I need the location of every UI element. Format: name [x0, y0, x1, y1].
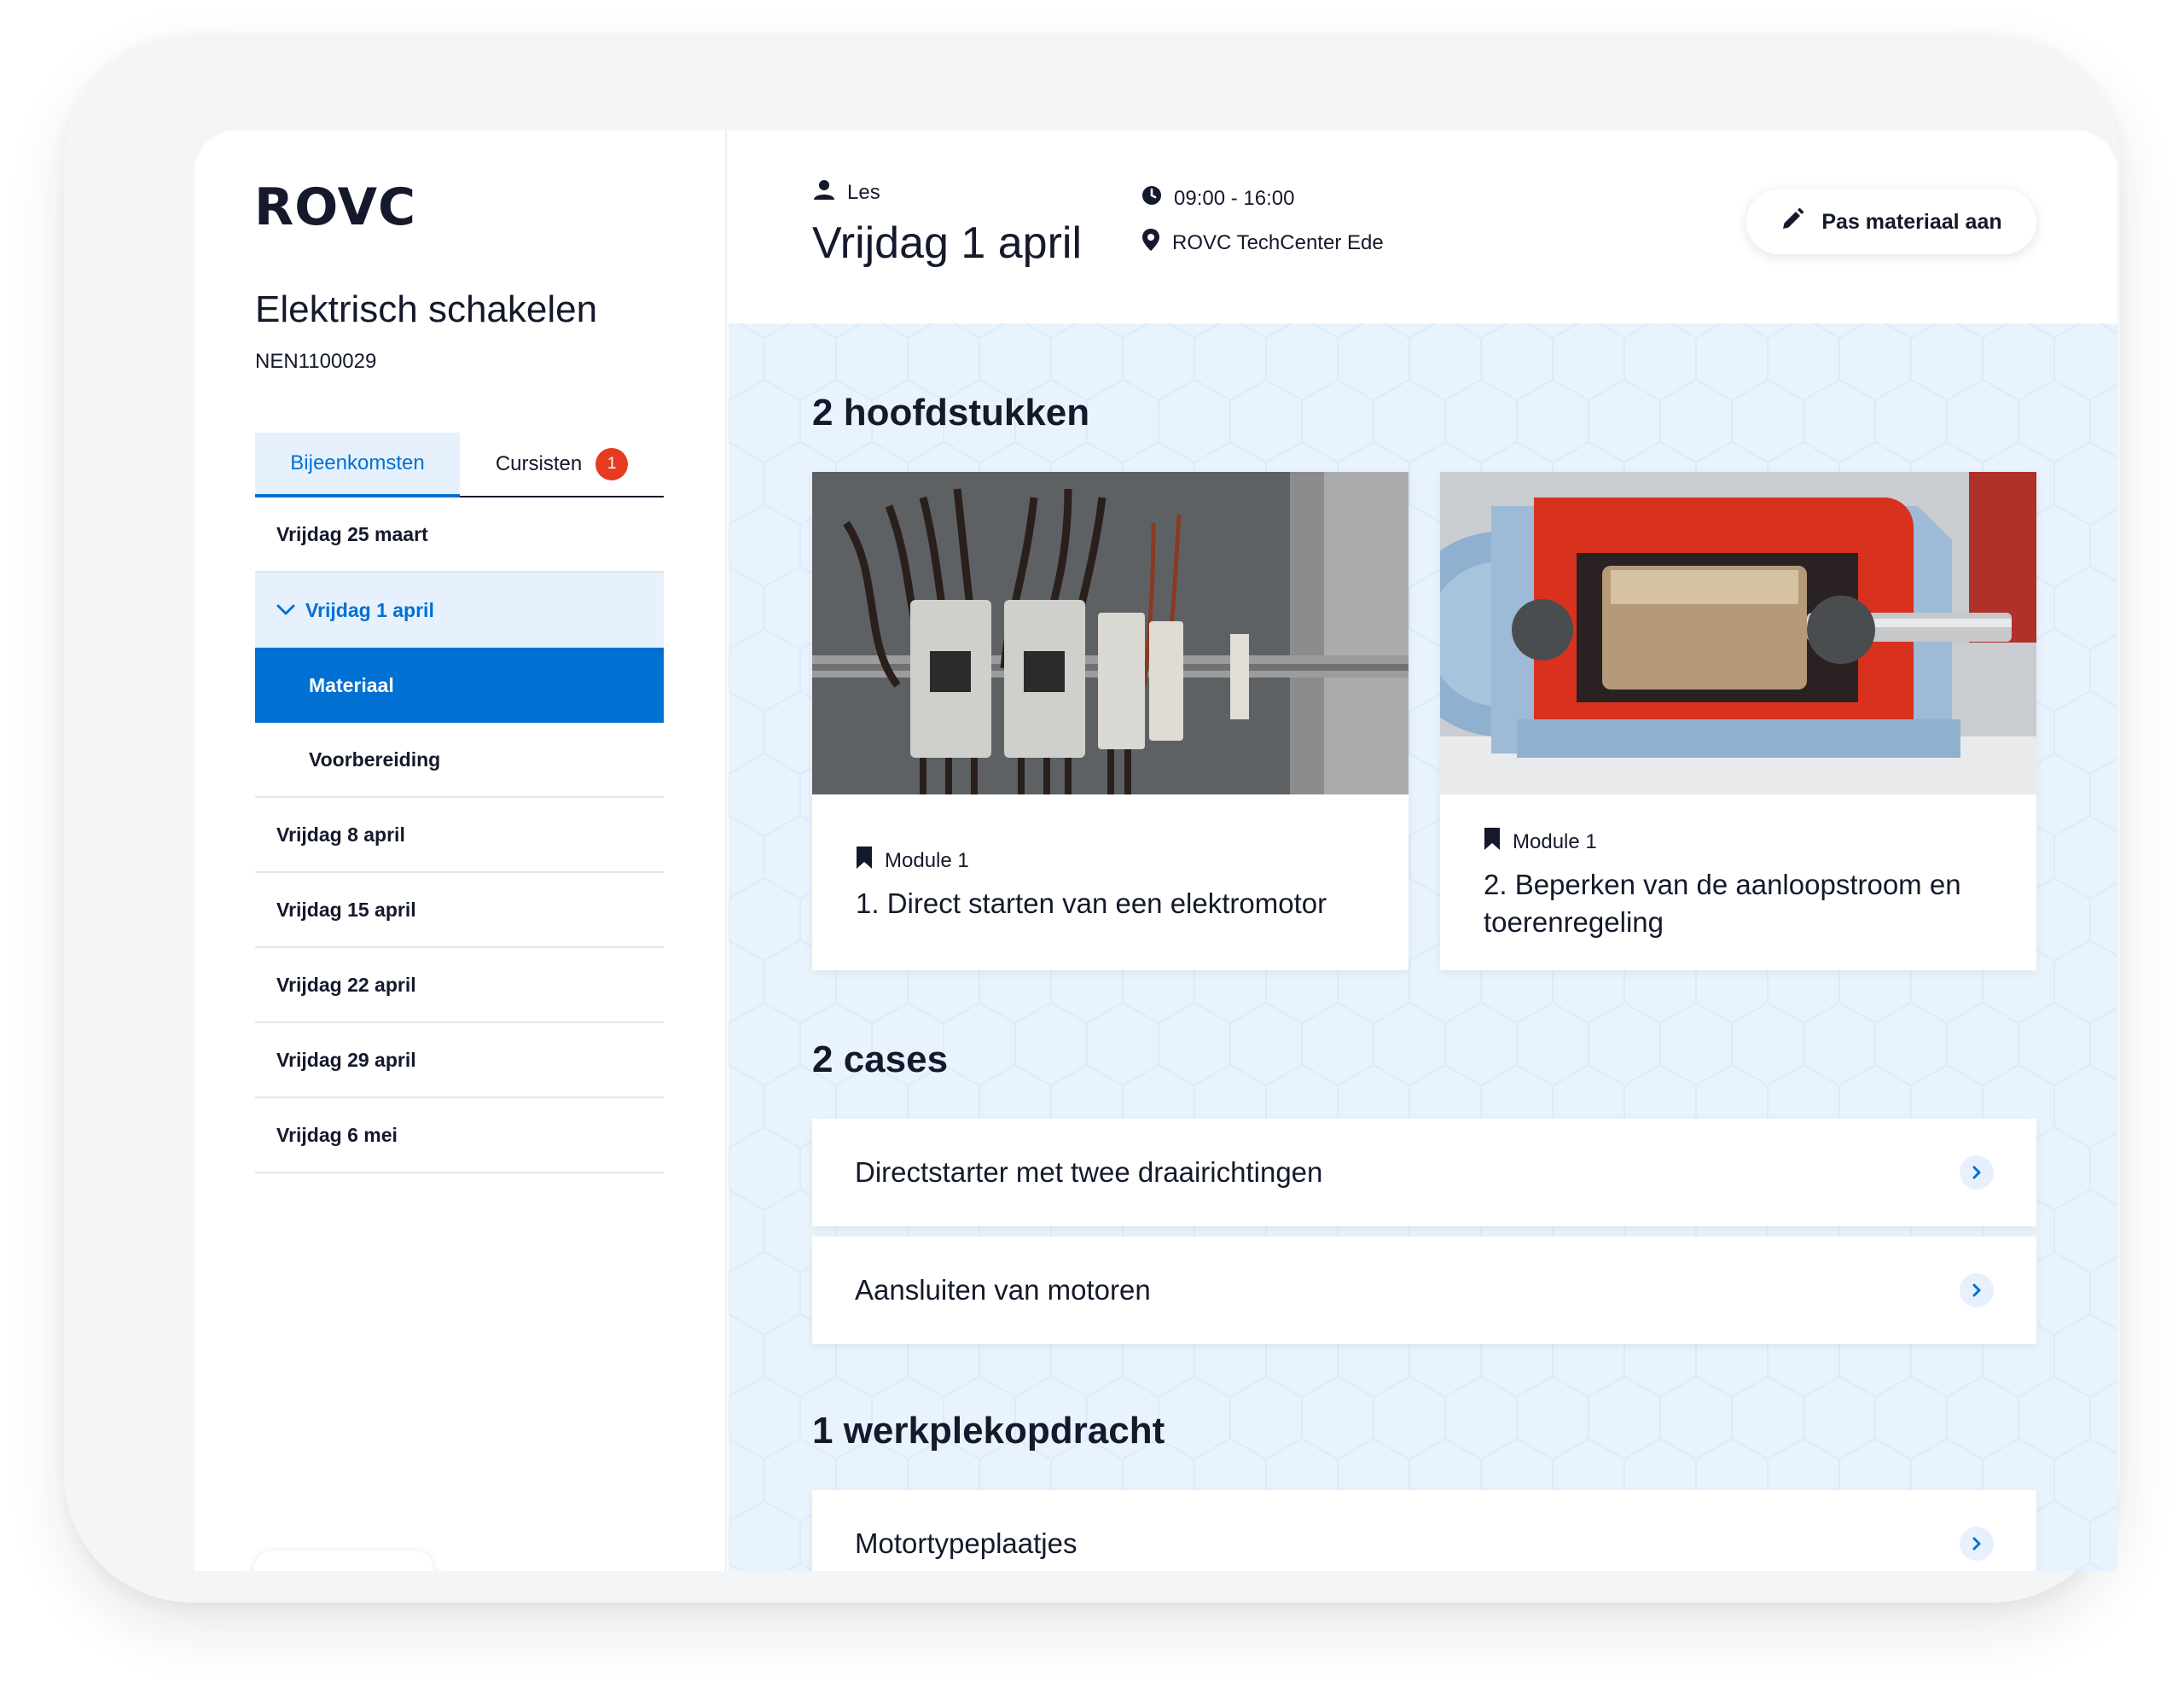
chapter-title: 1. Direct starten van een elektromotor: [856, 887, 1327, 919]
sidebar-tabs: Bijeenkomsten Cursisten 1: [255, 433, 664, 497]
meeting-subitem-materiaal[interactable]: Materiaal: [255, 648, 664, 723]
chapter-card[interactable]: Module 1 1. Direct starten van een elekt…: [812, 472, 1409, 970]
case-item[interactable]: Directstarter met twee draairichtingen: [812, 1119, 2036, 1226]
chevron-right-icon[interactable]: [1960, 1273, 1994, 1307]
subitem-label: Materiaal: [309, 673, 394, 696]
chevron-down-icon: [276, 604, 295, 616]
case-item[interactable]: Aansluiten van motoren: [812, 1236, 2036, 1344]
main-content: Les Vrijdag 1 april 09:00 - 16:00 ROVC T…: [729, 131, 2117, 1571]
module-label: Module 1: [885, 848, 969, 872]
edit-material-button[interactable]: Pas materiaal aan: [1746, 189, 2036, 254]
meeting-item[interactable]: Vrijdag 15 april: [255, 873, 664, 948]
meeting-label: Vrijdag 1 april: [305, 598, 434, 621]
assignment-label: Motortypeplaatjes: [855, 1527, 1077, 1559]
meeting-item-expanded[interactable]: Vrijdag 1 april: [255, 573, 664, 648]
bookmark-icon: [856, 846, 873, 876]
module-tag: Module 1: [856, 846, 969, 876]
assignment-item[interactable]: Motortypeplaatjes: [812, 1490, 2036, 1571]
tab-bijeenkomsten[interactable]: Bijeenkomsten: [255, 433, 460, 497]
module-tag: Module 1: [1484, 827, 1597, 857]
chevron-right-icon[interactable]: [1960, 1527, 1994, 1561]
location-label: ROVC TechCenter Ede: [1172, 230, 1384, 254]
meeting-item[interactable]: Vrijdag 29 april: [255, 1023, 664, 1098]
edit-button-label: Pas materiaal aan: [1821, 209, 2002, 234]
chevron-right-icon[interactable]: [1960, 1155, 1994, 1190]
location-pin-icon: [1141, 228, 1160, 258]
tab-label: Cursisten: [495, 452, 583, 475]
meeting-label: Vrijdag 25 maart: [276, 522, 428, 545]
meeting-item[interactable]: Vrijdag 8 april: [255, 798, 664, 873]
person-icon: [813, 178, 835, 207]
meeting-label: Vrijdag 6 mei: [276, 1123, 398, 1146]
meeting-label: Vrijdag 22 april: [276, 973, 416, 996]
meeting-label: Vrijdag 29 april: [276, 1048, 416, 1071]
meetings-list: Vrijdag 25 maart Vrijdag 1 april Materia…: [255, 497, 664, 1173]
course-code: NEN1100029: [255, 350, 377, 373]
tab-label: Bijeenkomsten: [290, 451, 425, 474]
meeting-item[interactable]: Vrijdag 22 april: [255, 948, 664, 1023]
notification-badge: 1: [595, 448, 629, 480]
location-row: ROVC TechCenter Ede: [1141, 228, 1384, 258]
course-title: Elektrisch schakelen: [255, 288, 598, 330]
page-title: Vrijdag 1 april: [812, 218, 1083, 268]
case-label: Aansluiten van motoren: [855, 1274, 1151, 1306]
meeting-subitem-voorbereiding[interactable]: Voorbereiding: [255, 723, 664, 798]
time-label: 09:00 - 16:00: [1174, 186, 1295, 210]
chapter-card[interactable]: Module 1 2. Beperken van de aanloopstroo…: [1440, 472, 2036, 970]
module-label: Module 1: [1513, 829, 1597, 853]
page-header: Les Vrijdag 1 april 09:00 - 16:00 ROVC T…: [729, 131, 2117, 323]
motor-cutaway-image: [1440, 472, 2036, 794]
session-type-label: Les: [847, 180, 880, 204]
rovc-logo[interactable]: ROVC: [254, 182, 416, 233]
case-label: Directstarter met twee draairichtingen: [855, 1156, 1323, 1188]
chapters-heading: 2 hoofdstukken: [812, 392, 1090, 433]
pencil-icon: [1780, 207, 1804, 237]
tab-cursisten[interactable]: Cursisten 1: [460, 433, 664, 496]
sidebar-bottom-button[interactable]: [254, 1551, 433, 1571]
cases-heading: 2 cases: [812, 1039, 949, 1080]
meeting-label: Vrijdag 15 april: [276, 898, 416, 921]
app-screen: ROVC Elektrisch schakelen NEN1100029 Bij…: [195, 131, 2117, 1571]
session-type: Les: [813, 178, 880, 207]
sidebar: ROVC Elektrisch schakelen NEN1100029 Bij…: [195, 131, 727, 1571]
meeting-label: Vrijdag 8 april: [276, 823, 405, 846]
clock-icon: [1141, 185, 1162, 212]
time-row: 09:00 - 16:00: [1141, 185, 1294, 212]
assignments-heading: 1 werkplekopdracht: [812, 1410, 1165, 1452]
subitem-label: Voorbereiding: [309, 748, 441, 771]
contactor-panel-image: [812, 472, 1409, 794]
meeting-item[interactable]: Vrijdag 25 maart: [255, 497, 664, 573]
tablet-frame: ROVC Elektrisch schakelen NEN1100029 Bij…: [64, 34, 2120, 1603]
bookmark-icon: [1484, 827, 1501, 857]
meeting-item[interactable]: Vrijdag 6 mei: [255, 1098, 664, 1173]
chapter-title: 2. Beperken van de aanloopstroom en toer…: [1484, 869, 1961, 938]
